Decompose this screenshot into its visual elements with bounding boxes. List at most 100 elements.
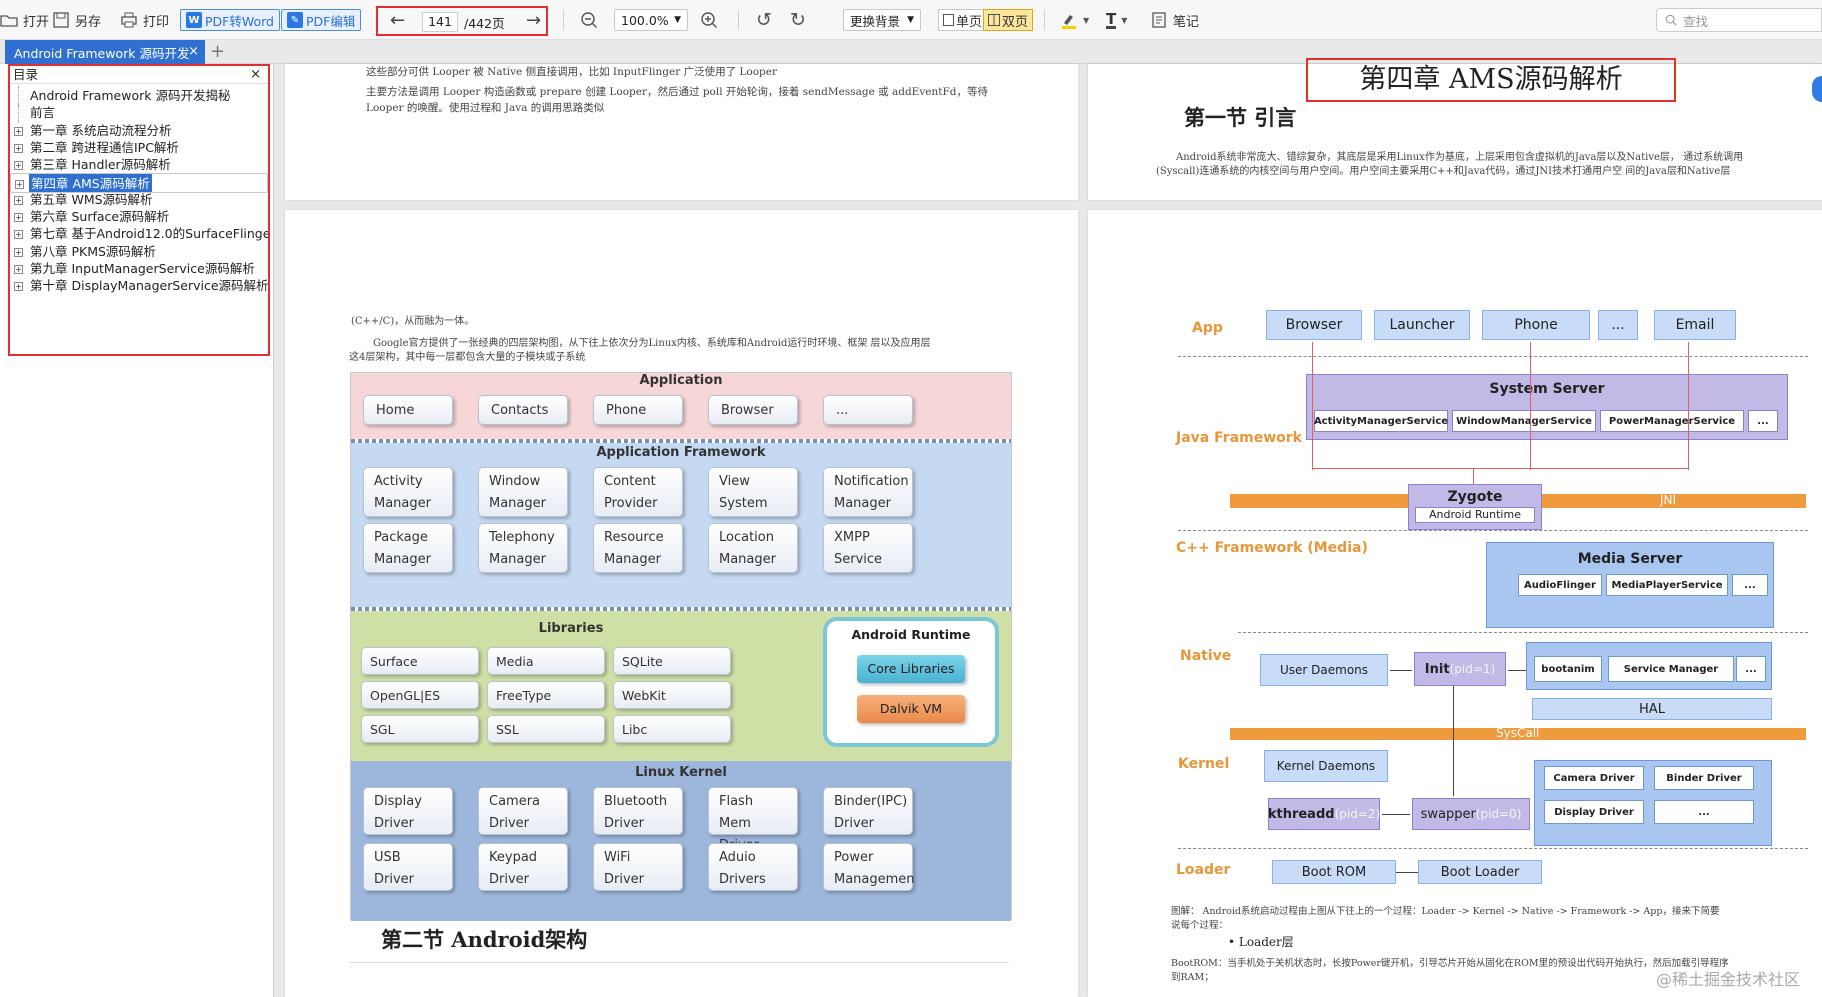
application-item: ...: [823, 395, 913, 425]
layer-label-app: App: [1192, 320, 1223, 336]
framework-item-line: XMPP: [834, 530, 870, 545]
current-page-input[interactable]: 141: [422, 12, 458, 32]
layer-label-loader: Loader: [1176, 862, 1231, 878]
arrow: [1508, 670, 1526, 671]
native-service-box: Service Manager: [1608, 656, 1734, 682]
framework-item-line: Manager: [719, 552, 776, 567]
zoom-in-button[interactable]: [700, 0, 718, 40]
expand-toggle-icon[interactable]: +: [14, 247, 23, 257]
expand-toggle-icon[interactable]: +: [14, 195, 23, 205]
framework-item-line: Manager: [374, 552, 431, 567]
zoom-out-button[interactable]: [580, 0, 598, 40]
framework-item-line: Service: [834, 552, 883, 567]
framework-item-line: Manager: [489, 552, 546, 567]
previous-page-icon[interactable]: ←: [390, 10, 405, 31]
open-label: 打开: [23, 14, 50, 30]
expand-toggle-icon[interactable]: +: [14, 126, 23, 136]
android-architecture-figure: Application Home Contacts Phone Browser... …: [350, 372, 1012, 921]
library-item: SSL: [487, 715, 605, 743]
add-tab-icon[interactable]: +: [210, 41, 225, 62]
printer-icon: [121, 12, 137, 28]
kernel-item: Flash MemDriver: [708, 787, 798, 853]
chevron-down-icon: ▼: [907, 15, 914, 25]
framework-item-line: View: [719, 474, 750, 489]
notes-button[interactable]: 笔记: [1150, 0, 1199, 40]
background-label: 更换背景: [850, 13, 901, 29]
kernel-item: Camera Driver: [478, 787, 568, 835]
document-tab[interactable]: Android Framework 源码开发 ×: [5, 40, 205, 64]
open-button[interactable]: 打开: [0, 0, 49, 40]
framework-item: Notification Manager: [823, 467, 913, 517]
section-title: 第一节 引言: [1184, 105, 1297, 130]
expand-toggle-icon[interactable]: +: [14, 161, 23, 171]
background-select[interactable]: 更换背景 ▼: [843, 9, 921, 31]
expand-toggle-icon[interactable]: +: [14, 282, 23, 292]
toc-item[interactable]: + 第十章 DisplayManagerService源码解析: [10, 276, 268, 296]
zoom-value: 100.0%: [621, 12, 669, 28]
kernel-item-line: Drivers: [719, 872, 766, 887]
tab-title: Android Framework 源码开发: [14, 45, 190, 61]
kernel-item: WiFi Driver: [593, 843, 683, 891]
single-page-label: 单页: [956, 14, 983, 30]
kernel-item-line: WiFi Driver: [604, 850, 645, 887]
double-page-button[interactable]: 双页: [983, 9, 1034, 31]
rotate-right-button[interactable]: ↻: [790, 0, 806, 40]
expand-toggle-icon[interactable]: +: [14, 230, 23, 240]
print-button[interactable]: 打印: [120, 0, 169, 40]
media-server-title: Media Server: [1577, 551, 1683, 567]
arrow: [1453, 686, 1454, 796]
syscall-bar: SysCall: [1230, 726, 1806, 740]
expand-toggle-icon[interactable]: +: [14, 143, 23, 153]
swapper-box: swapper (pid=0): [1412, 798, 1530, 830]
chapter-title: 第四章 AMS源码解析: [1306, 58, 1676, 102]
search-input[interactable]: 查找: [1656, 8, 1822, 32]
swapper-label: swapper: [1420, 806, 1476, 822]
framework-item: Activity Manager: [363, 467, 453, 517]
rotate-left-button[interactable]: ↺: [756, 0, 772, 40]
highlighter-button[interactable]: ▼: [1060, 0, 1089, 40]
next-page-icon[interactable]: →: [526, 10, 541, 31]
framework-item: XMPP Service: [823, 523, 913, 573]
toc-title: 目录: [13, 67, 39, 82]
framework-item: Window Manager: [478, 467, 568, 517]
figure-caption: 图解： Android系统启动过程由上图从下往上的一个过程：Loader -> …: [1171, 906, 1720, 917]
connector-line: [1688, 342, 1689, 470]
syscall-label: SysCall: [1496, 726, 1540, 740]
floating-action-icon[interactable]: [1812, 76, 1822, 102]
native-service-box: bootanim: [1534, 656, 1602, 682]
android-runtime-title: Android Runtime: [851, 627, 971, 642]
toolbar-divider: [1044, 10, 1045, 30]
pdf-edit-button[interactable]: ✎ PDF编辑: [281, 9, 362, 31]
library-item: Surface Manager: [361, 647, 479, 697]
zoom-select[interactable]: 100.0% ▼: [614, 9, 688, 31]
expand-toggle-icon[interactable]: +: [14, 265, 23, 274]
connector-line: [1530, 342, 1531, 470]
init-pid: (pid=1): [1449, 662, 1496, 676]
chevron-down-icon: ▼: [1083, 15, 1090, 25]
library-item: SQLite: [613, 647, 731, 675]
boot-loader-box: Boot Loader: [1418, 860, 1542, 884]
close-toc-icon[interactable]: ×: [250, 66, 261, 83]
system-service-box: ...: [1748, 410, 1778, 432]
media-service-box: AudioFlinger: [1518, 574, 1602, 596]
pdf-to-word-button[interactable]: W PDF转Word: [180, 9, 280, 31]
kernel-item: Power Managemen: [823, 843, 915, 891]
library-item: WebKit: [613, 681, 731, 709]
init-box: Init (pid=1): [1414, 652, 1506, 686]
kernel-item-line: Driver: [604, 816, 645, 831]
expand-toggle-icon[interactable]: +: [15, 179, 24, 189]
double-page-icon: [988, 14, 1000, 26]
framework-item-line: Provider: [604, 496, 658, 511]
linux-kernel-layer: Linux Kernel Display Driver Camera Driver Bl…: [351, 761, 1011, 921]
save-as-button[interactable]: 另存: [52, 0, 101, 40]
kernel-item: Keypad Driver: [478, 843, 568, 891]
expand-toggle-icon[interactable]: +: [14, 213, 23, 223]
table-of-contents: 目录 × Android Framework 源码开发揭秘 前言 + 第一章 系统启动…: [8, 64, 270, 356]
connector-line: [1312, 468, 1688, 469]
kernel-item-line: Display: [374, 794, 422, 809]
close-tab-icon[interactable]: ×: [188, 44, 199, 59]
single-page-button[interactable]: 单页: [938, 9, 988, 31]
highlighter-icon: [1062, 15, 1076, 29]
rotate-left-icon: ↺: [756, 9, 772, 31]
text-color-button[interactable]: T ▼: [1106, 0, 1127, 40]
